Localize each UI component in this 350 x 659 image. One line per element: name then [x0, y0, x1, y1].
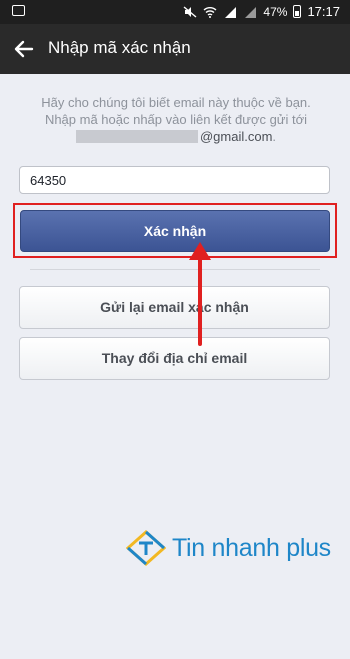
red-pointer-arrow-icon	[189, 242, 211, 346]
resend-email-button[interactable]: Gửi lại email xác nhận	[19, 286, 330, 329]
page-title: Nhập mã xác nhận	[48, 38, 191, 57]
watermark-text: Tin nhanh plus	[172, 533, 331, 562]
watermark-logo: Tin nhanh plus	[126, 528, 331, 568]
email-period: .	[272, 129, 277, 144]
red-highlight-box	[13, 203, 337, 258]
signal-3g-icon	[245, 6, 257, 18]
status-icons: 47% 17:17	[183, 4, 340, 19]
gallery-notification-icon	[12, 5, 25, 16]
back-arrow-icon[interactable]	[12, 37, 36, 61]
status-bar: 47% 17:17	[0, 0, 350, 24]
tin-nhanh-plus-logo-icon	[126, 530, 166, 566]
clock: 17:17	[307, 4, 340, 19]
signal-4g-icon	[225, 6, 237, 18]
app-bar: Nhập mã xác nhận	[0, 24, 350, 74]
battery-percent: 47%	[263, 4, 288, 19]
battery-icon	[293, 5, 302, 18]
email-line: @gmail.com.	[20, 128, 332, 145]
email-domain: @gmail.com	[199, 129, 273, 144]
instruction-line-2: Nhập mã hoặc nhấp vào liên kết được gửi …	[44, 112, 308, 127]
mute-icon	[183, 5, 197, 18]
change-email-button[interactable]: Thay đổi địa chỉ email	[19, 337, 330, 380]
redacted-email-mask	[75, 130, 198, 143]
divider	[30, 269, 320, 270]
instruction-text: Hãy cho chúng tôi biết email này thuộc v…	[20, 94, 332, 145]
instruction-line-1: Hãy cho chúng tôi biết email này thuộc v…	[41, 95, 311, 110]
wifi-icon	[203, 6, 217, 18]
confirmation-code-input[interactable]: 64350	[19, 166, 330, 194]
